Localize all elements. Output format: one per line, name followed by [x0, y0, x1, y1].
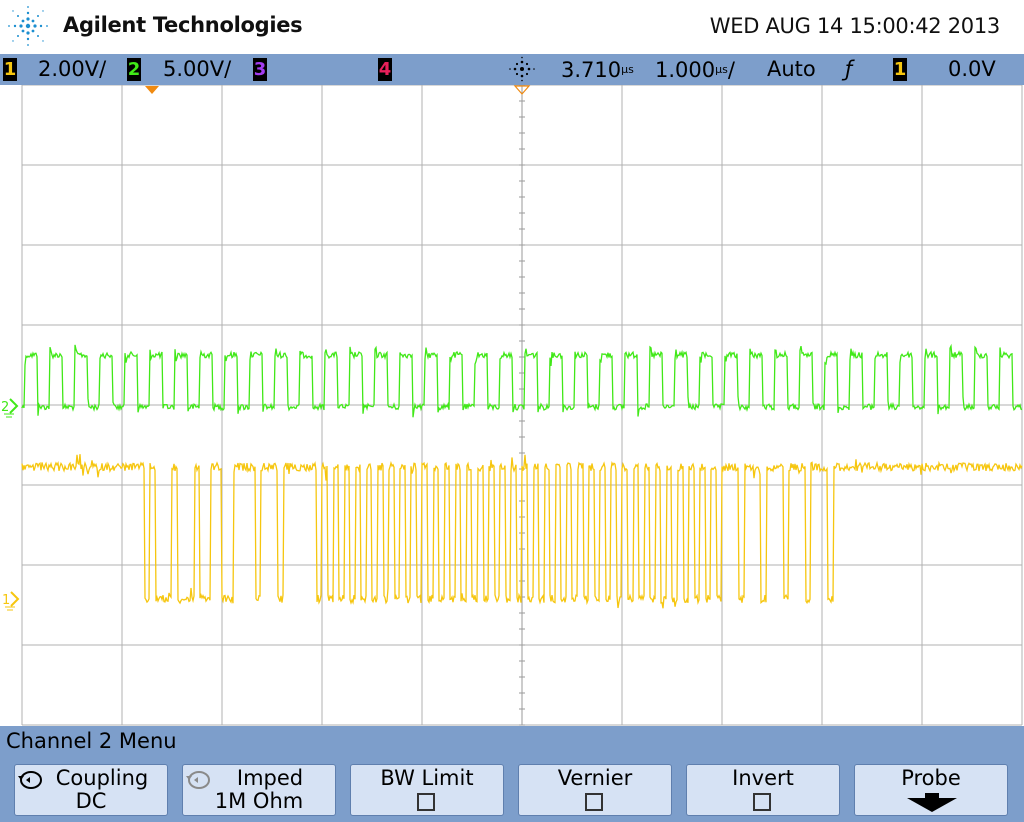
- coupling-value: DC: [75, 789, 107, 813]
- softkey-menu: Channel 2 Menu Coupling DC Imped 1M Ohm …: [0, 726, 1024, 822]
- trigger-sun-icon: [509, 56, 535, 82]
- channel-2-scale[interactable]: 5.00V/: [163, 57, 231, 82]
- coupling-label: Coupling: [55, 766, 149, 790]
- channel-1-scale[interactable]: 2.00V/: [38, 57, 106, 82]
- imped-value: 1M Ohm: [214, 789, 304, 813]
- rising-edge-icon[interactable]: ƒ: [845, 57, 852, 82]
- waveform-canvas: 21: [1, 84, 1023, 726]
- title-bar: Agilent Technologies WED AUG 14 15:00:42…: [0, 0, 1024, 54]
- waveform-display[interactable]: 21: [0, 84, 1024, 726]
- agilent-spark-icon: [8, 6, 48, 46]
- bw-limit-checkbox[interactable]: [417, 793, 435, 811]
- delay-readout[interactable]: 3.710µs: [561, 57, 634, 83]
- timebase-suffix: /: [727, 58, 735, 82]
- trigger-mode[interactable]: Auto: [767, 57, 816, 82]
- channel-4-badge[interactable]: 4: [378, 58, 392, 81]
- channel-2-ground-marker: 2: [1, 398, 19, 418]
- delay-unit: µs: [621, 63, 634, 76]
- date-time: WED AUG 14 15:00:42 2013: [709, 14, 1001, 38]
- channel-1-ground-marker: 1: [2, 591, 20, 611]
- invert-button[interactable]: Invert: [686, 764, 840, 816]
- channel-1-marker-label: 1: [2, 593, 10, 608]
- status-bar: 1 2.00V/ 2 5.00V/ 3 4 3.710µs 1.000µs/ A…: [0, 54, 1024, 85]
- bw-limit-button[interactable]: BW Limit: [350, 764, 504, 816]
- channel-2-marker-label: 2: [1, 400, 9, 415]
- probe-button[interactable]: Probe: [854, 764, 1008, 816]
- trigger-level[interactable]: 0.0V: [948, 57, 996, 82]
- probe-label: Probe: [901, 766, 961, 790]
- channel-3-badge[interactable]: 3: [253, 58, 267, 81]
- trigger-delay-marker: [145, 86, 159, 94]
- down-arrow-icon: [907, 798, 957, 812]
- vernier-checkbox[interactable]: [585, 793, 603, 811]
- imped-button[interactable]: Imped 1M Ohm: [182, 764, 336, 816]
- menu-title: Channel 2 Menu: [6, 729, 177, 753]
- delay-value: 3.710: [561, 58, 622, 82]
- coupling-button[interactable]: Coupling DC: [14, 764, 168, 816]
- vernier-label: Vernier: [557, 766, 633, 790]
- channel-1-badge[interactable]: 1: [3, 58, 17, 81]
- channel-2-badge[interactable]: 2: [127, 58, 141, 81]
- trigger-source-badge[interactable]: 1: [893, 58, 907, 81]
- timebase-value: 1.000: [655, 58, 716, 82]
- timebase-unit: µs: [715, 63, 728, 76]
- vernier-button[interactable]: Vernier: [518, 764, 672, 816]
- invert-checkbox[interactable]: [753, 793, 771, 811]
- invert-label: Invert: [732, 766, 794, 790]
- bw-limit-label: BW Limit: [380, 766, 474, 790]
- timebase-readout[interactable]: 1.000µs/: [655, 57, 735, 83]
- imped-label: Imped: [236, 766, 304, 790]
- brand-name: Agilent Technologies: [63, 13, 303, 37]
